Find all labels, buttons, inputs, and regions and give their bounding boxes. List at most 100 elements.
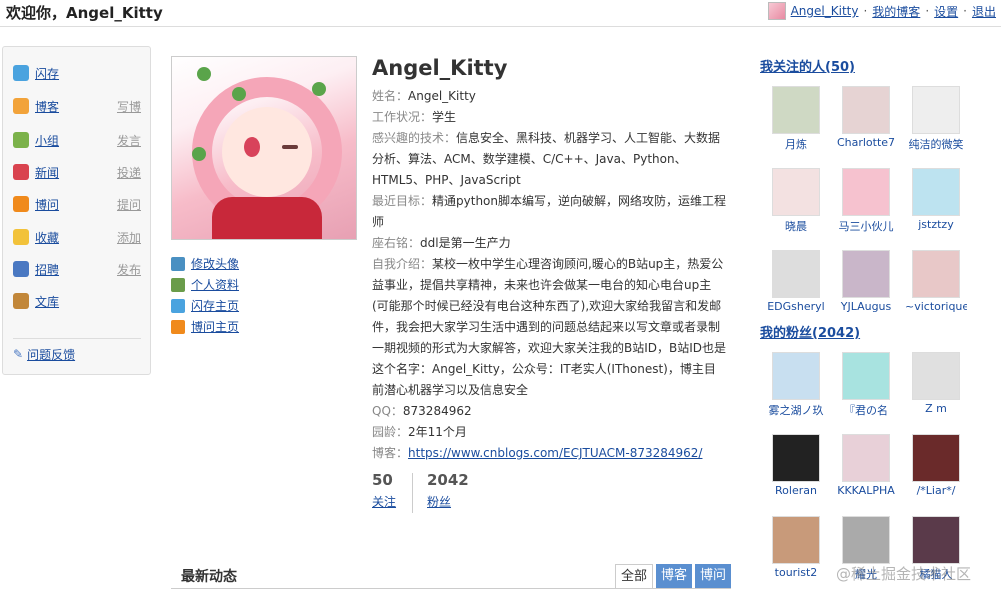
user-avatar-thumb[interactable] xyxy=(767,2,786,20)
following-item[interactable]: YJLAugus xyxy=(835,250,897,314)
avatar[interactable] xyxy=(772,516,820,564)
profile-field: QQ：873284962 xyxy=(372,401,727,422)
avatar[interactable] xyxy=(772,86,820,134)
my-blog-link[interactable]: 我的博客 xyxy=(872,3,920,20)
person-name[interactable]: 马三小伙儿 xyxy=(835,218,897,232)
feedback-item[interactable]: ✎ 问题反馈 xyxy=(13,345,141,363)
person-name[interactable]: 纯洁的微笑 xyxy=(905,136,967,150)
avatar-link[interactable]: 闪存主页 xyxy=(191,297,239,314)
following-item[interactable]: jstztzy xyxy=(905,168,967,232)
following-item[interactable]: 纯洁的微笑 xyxy=(905,86,967,150)
avatar[interactable] xyxy=(912,86,960,134)
avatar-link[interactable]: 博问主页 xyxy=(191,318,239,335)
avatar[interactable] xyxy=(912,434,960,482)
sidebar-item[interactable]: 博问 提问 xyxy=(13,195,141,213)
person-name[interactable]: 雾之湖ノ玖 xyxy=(765,402,827,416)
fan-item[interactable]: /*Liar*/ xyxy=(905,434,967,498)
person-name[interactable]: 『君の名 xyxy=(835,402,897,416)
sidebar-item-action[interactable]: 发言 xyxy=(117,132,141,149)
feedback-link[interactable]: 问题反馈 xyxy=(27,346,75,363)
avatar[interactable] xyxy=(772,434,820,482)
avatar[interactable] xyxy=(842,86,890,134)
avatar[interactable] xyxy=(772,168,820,216)
fan-item[interactable]: Roleran xyxy=(765,434,827,498)
avatar[interactable] xyxy=(912,352,960,400)
avatar[interactable] xyxy=(912,516,960,564)
sidebar-item[interactable]: 新闻 投递 xyxy=(13,163,141,181)
following-item[interactable]: Charlotte7 xyxy=(835,86,897,150)
sidebar-item-label[interactable]: 文库 xyxy=(35,293,59,310)
person-name[interactable]: tourist2 xyxy=(765,566,827,580)
avatar[interactable] xyxy=(772,250,820,298)
fan-item[interactable]: tourist2 xyxy=(765,516,827,580)
separator: · xyxy=(863,4,868,18)
tab-all[interactable]: 全部 xyxy=(614,564,653,588)
following-heading[interactable]: 我关注的人(50) xyxy=(760,56,855,76)
person-name[interactable]: YJLAugus xyxy=(835,300,897,314)
fan-item[interactable]: 『君の名 xyxy=(835,352,897,416)
fan-item[interactable]: 雾之湖ノ玖 xyxy=(765,352,827,416)
person-name[interactable]: EDGsheryl xyxy=(765,300,827,314)
avatar[interactable] xyxy=(912,168,960,216)
sidebar-item-label[interactable]: 博问 xyxy=(35,196,59,213)
blog-url-link[interactable]: https://www.cnblogs.com/ECJTUACM-8732849… xyxy=(408,446,702,460)
avatar-link-item[interactable]: 修改头像 xyxy=(171,253,239,274)
avatar[interactable] xyxy=(842,516,890,564)
sidebar-item[interactable]: 文库 xyxy=(13,292,141,310)
person-name[interactable]: 月炼 xyxy=(765,136,827,150)
avatar[interactable] xyxy=(842,352,890,400)
avatar-link-item[interactable]: 闪存主页 xyxy=(171,295,239,316)
profile-field: 工作状况：学生 xyxy=(372,107,727,128)
person-name[interactable]: jstztzy xyxy=(905,218,967,232)
avatar[interactable] xyxy=(842,168,890,216)
following-item[interactable]: 马三小伙儿 xyxy=(835,168,897,232)
person-name[interactable]: KKKALPHA xyxy=(835,484,897,498)
sidebar-item-label[interactable]: 闪存 xyxy=(35,65,59,82)
following-item[interactable]: 晓晨 xyxy=(765,168,827,232)
following-item[interactable]: EDGsheryl xyxy=(765,250,827,314)
tab-blog[interactable]: 博客 xyxy=(655,564,692,588)
avatar-link[interactable]: 个人资料 xyxy=(191,276,239,293)
sidebar-item-label[interactable]: 新闻 xyxy=(35,164,59,181)
person-name[interactable]: Charlotte7 xyxy=(835,136,897,150)
avatar[interactable] xyxy=(912,250,960,298)
sidebar-item-label[interactable]: 博客 xyxy=(35,98,59,115)
sidebar-item-action[interactable]: 提问 xyxy=(117,196,141,213)
following-item[interactable]: 月炼 xyxy=(765,86,827,150)
sidebar-item-label[interactable]: 收藏 xyxy=(35,229,59,246)
person-name[interactable]: ~victorique xyxy=(905,300,967,314)
sidebar-item[interactable]: 招聘 发布 xyxy=(13,260,141,278)
avatar-link-item[interactable]: 博问主页 xyxy=(171,316,239,337)
person-name[interactable]: /*Liar*/ xyxy=(905,484,967,498)
person-name[interactable]: 晓晨 xyxy=(765,218,827,232)
following-item[interactable]: ~victorique xyxy=(905,250,967,314)
sidebar-item-action[interactable]: 发布 xyxy=(117,261,141,278)
tab-question[interactable]: 博问 xyxy=(694,564,731,588)
avatar[interactable] xyxy=(772,352,820,400)
fans-link[interactable]: 粉丝 xyxy=(427,495,451,509)
username-link[interactable]: Angel_Kitty xyxy=(791,4,859,18)
sidebar-item[interactable]: 小组 发言 xyxy=(13,131,141,149)
avatar-link[interactable]: 修改头像 xyxy=(191,255,239,272)
logout-link[interactable]: 退出 xyxy=(972,3,996,20)
sidebar-item[interactable]: 闪存 xyxy=(13,64,141,82)
fans-count: 2042 xyxy=(427,471,469,489)
avatar[interactable] xyxy=(842,434,890,482)
following-link[interactable]: 关注 xyxy=(372,495,396,509)
person-name[interactable]: Z m xyxy=(905,402,967,416)
avatar[interactable] xyxy=(842,250,890,298)
settings-link[interactable]: 设置 xyxy=(934,3,958,20)
person-name[interactable]: Roleran xyxy=(765,484,827,498)
sidebar-item[interactable]: 收藏 添加 xyxy=(13,228,141,246)
fans-heading[interactable]: 我的粉丝(2042) xyxy=(760,322,860,342)
sidebar-item-action[interactable]: 写博 xyxy=(117,98,141,115)
sidebar-item-action[interactable]: 投递 xyxy=(117,164,141,181)
avatar-link-item[interactable]: 个人资料 xyxy=(171,274,239,295)
sidebar-item-label[interactable]: 招聘 xyxy=(35,261,59,278)
fan-item[interactable]: KKKALPHA xyxy=(835,434,897,498)
fans-stat: 2042 粉丝 xyxy=(427,471,469,513)
sidebar-item-action[interactable]: 添加 xyxy=(117,229,141,246)
sidebar-item-label[interactable]: 小组 xyxy=(35,132,59,149)
fan-item[interactable]: Z m xyxy=(905,352,967,416)
sidebar-item[interactable]: 博客 写博 xyxy=(13,97,141,115)
